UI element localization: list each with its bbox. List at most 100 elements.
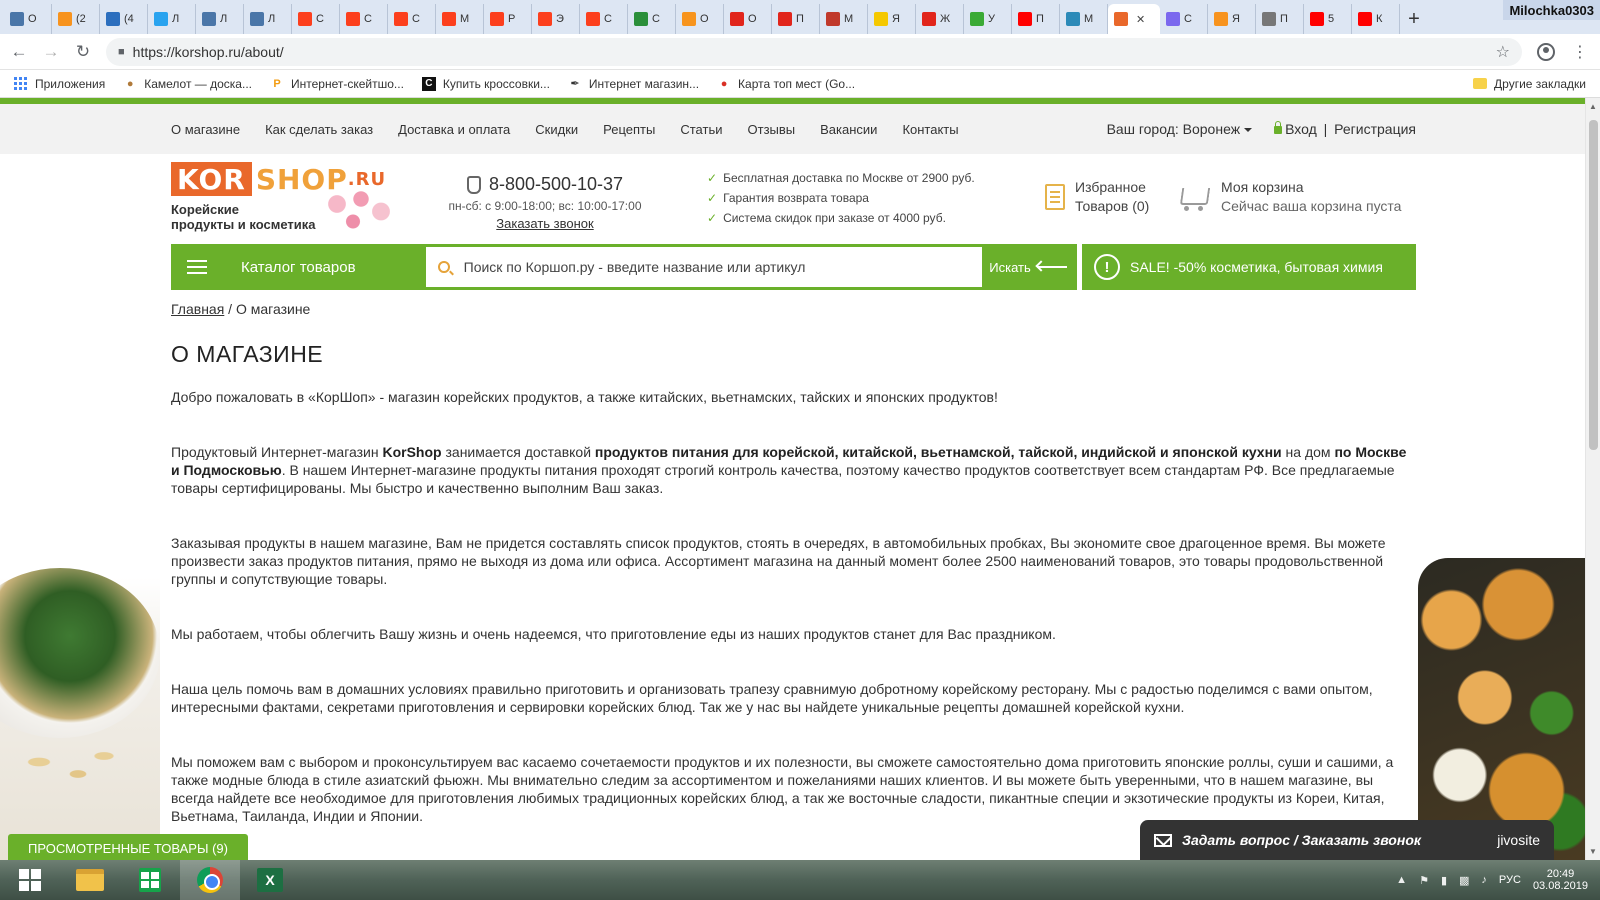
reload-icon[interactable]: ↻ — [74, 42, 92, 61]
profile-avatar-icon[interactable] — [1536, 42, 1556, 62]
signal-icon[interactable]: ▩ — [1459, 874, 1469, 887]
volume-icon[interactable]: ♪ — [1481, 874, 1487, 886]
nav-about[interactable]: О магазине — [171, 122, 240, 137]
clock[interactable]: 20:49 03.08.2019 — [1533, 868, 1588, 892]
browser-tab[interactable]: У — [964, 4, 1012, 34]
taskbar-store[interactable] — [120, 860, 180, 900]
sale-banner[interactable]: ! SALE! -50% косметика, бытовая химия — [1082, 244, 1416, 290]
menu-kebab-icon[interactable]: ⋮ — [1570, 42, 1590, 62]
start-button[interactable] — [0, 860, 60, 900]
browser-tab[interactable]: М — [820, 4, 868, 34]
network-icon[interactable]: ▮ — [1441, 874, 1447, 887]
about-content: Добро пожаловать в «КорШоп» - магазин ко… — [171, 388, 1411, 860]
browser-tab[interactable]: 5 — [1304, 4, 1352, 34]
login-link[interactable]: Вход — [1285, 121, 1317, 137]
scroll-up-arrow-icon[interactable]: ▲ — [1589, 102, 1597, 111]
browser-tab[interactable]: М — [436, 4, 484, 34]
system-tray: ▲ ⚑ ▮ ▩ ♪ РУС 20:49 03.08.2019 — [1396, 868, 1600, 892]
tab-favicon-icon — [970, 12, 984, 26]
browser-tab[interactable]: Л — [196, 4, 244, 34]
bookmark-item[interactable]: P Интернет-скейтшо... — [270, 77, 404, 91]
browser-tab[interactable]: К — [1352, 4, 1400, 34]
nav-vacancies[interactable]: Вакансии — [820, 122, 877, 137]
browser-tab[interactable]: М — [1060, 4, 1108, 34]
scrollbar-thumb[interactable] — [1589, 120, 1598, 450]
search-input[interactable] — [463, 259, 982, 275]
bookmark-star-icon[interactable]: ☆ — [1496, 42, 1510, 62]
browser-tab[interactable]: С — [340, 4, 388, 34]
exclamation-circle-icon: ! — [1094, 254, 1120, 280]
tab-favicon-icon — [922, 12, 936, 26]
nav-delivery-payment[interactable]: Доставка и оплата — [398, 122, 510, 137]
chat-widget[interactable]: Задать вопрос / Заказать звонок jivosite — [1140, 820, 1554, 860]
nav-reviews[interactable]: Отзывы — [748, 122, 796, 137]
browser-tab[interactable]: С — [580, 4, 628, 34]
browser-tab[interactable]: П — [1256, 4, 1304, 34]
url-text[interactable]: https://korshop.ru/about/ — [133, 44, 284, 60]
taskbar-explorer[interactable] — [60, 860, 120, 900]
flag-icon[interactable]: ⚑ — [1419, 874, 1429, 887]
city-selector[interactable]: Ваш город: Воронеж — [1107, 121, 1253, 137]
search-button[interactable]: Искать — [982, 247, 1074, 287]
tray-up-arrow-icon[interactable]: ▲ — [1396, 874, 1407, 886]
browser-tab[interactable]: Л — [244, 4, 292, 34]
catalog-button[interactable]: Каталог товаров — [171, 244, 423, 290]
close-tab-icon[interactable]: ✕ — [1136, 13, 1145, 26]
tab-favicon-icon — [1262, 12, 1276, 26]
profile-name[interactable]: Milochka0303 — [1503, 0, 1600, 20]
breadcrumb-home[interactable]: Главная — [171, 301, 224, 317]
browser-tab[interactable]: С — [1160, 4, 1208, 34]
feather-favicon-icon: ✒ — [570, 78, 580, 90]
windows-taskbar: X ▲ ⚑ ▮ ▩ ♪ РУС 20:49 03.08.2019 — [0, 860, 1600, 900]
nav-how-to-order[interactable]: Как сделать заказ — [265, 122, 373, 137]
tab-favicon-icon — [10, 12, 24, 26]
back-arrow-icon[interactable]: ← — [10, 42, 28, 61]
browser-tab[interactable]: С — [292, 4, 340, 34]
browser-tab[interactable]: Я — [1208, 4, 1256, 34]
language-indicator[interactable]: РУС — [1499, 874, 1521, 886]
page-scrollbar[interactable]: ▲ ▼ — [1585, 98, 1600, 860]
bookmark-apps[interactable]: Приложения — [14, 76, 105, 91]
browser-tab[interactable]: О — [4, 4, 52, 34]
browser-tab[interactable]: Ж — [916, 4, 964, 34]
browser-tab[interactable]: О — [724, 4, 772, 34]
browser-tab[interactable]: П — [1012, 4, 1060, 34]
favorites-link[interactable]: Избранное Товаров (0) — [1045, 178, 1149, 216]
web-page: О магазине Как сделать заказ Доставка и … — [0, 98, 1585, 860]
browser-tab[interactable]: Р — [484, 4, 532, 34]
new-tab-button[interactable]: + — [1400, 4, 1428, 34]
browser-tab[interactable]: Л — [148, 4, 196, 34]
bookmark-item[interactable]: ● Карта топ мест (Go... — [717, 77, 855, 91]
browser-tab[interactable]: (4 — [100, 4, 148, 34]
taskbar-chrome[interactable] — [180, 860, 240, 900]
browser-tab[interactable]: Э — [532, 4, 580, 34]
tab-favicon-icon — [1214, 12, 1228, 26]
address-bar[interactable]: ■ https://korshop.ru/about/ ☆ — [106, 37, 1522, 66]
browser-tab[interactable]: С — [628, 4, 676, 34]
viewed-products-button[interactable]: ПРОСМОТРЕННЫЕ ТОВАРЫ (9) — [8, 834, 248, 860]
nav-recipes[interactable]: Рецепты — [603, 122, 655, 137]
tab-favicon-icon — [730, 12, 744, 26]
taskbar-excel[interactable]: X — [240, 860, 300, 900]
callback-link[interactable]: Заказать звонок — [496, 216, 593, 231]
bookmark-item[interactable]: ● Камелот — доска... — [123, 77, 252, 91]
site-logo[interactable]: KOR SHOP .RU Корейские продукты и космет… — [171, 160, 403, 236]
cart-link[interactable]: Моя корзина Сейчас ваша корзина пуста — [1175, 178, 1401, 216]
nav-contacts[interactable]: Контакты — [902, 122, 958, 137]
nav-discounts[interactable]: Скидки — [535, 122, 578, 137]
phone-number[interactable]: 8-800-500-10-37 — [440, 174, 650, 195]
bookmark-item[interactable]: ✒ Интернет магазин... — [568, 77, 699, 91]
nav-articles[interactable]: Статьи — [680, 122, 722, 137]
forward-arrow-icon[interactable]: → — [42, 42, 60, 61]
browser-tab[interactable]: Я — [868, 4, 916, 34]
browser-tab[interactable]: П — [772, 4, 820, 34]
scroll-down-arrow-icon[interactable]: ▼ — [1589, 847, 1597, 856]
paragraph: Продуктовый Интернет-магазин KorShop зан… — [171, 444, 1407, 496]
bookmark-other-folder[interactable]: Другие закладки — [1473, 77, 1586, 91]
browser-tab[interactable]: (2 — [52, 4, 100, 34]
bookmark-item[interactable]: C Купить кроссовки... — [421, 76, 550, 91]
browser-tab-active[interactable]: ✕ — [1108, 4, 1160, 34]
browser-tab[interactable]: С — [388, 4, 436, 34]
register-link[interactable]: Регистрация — [1334, 121, 1416, 137]
browser-tab[interactable]: О — [676, 4, 724, 34]
